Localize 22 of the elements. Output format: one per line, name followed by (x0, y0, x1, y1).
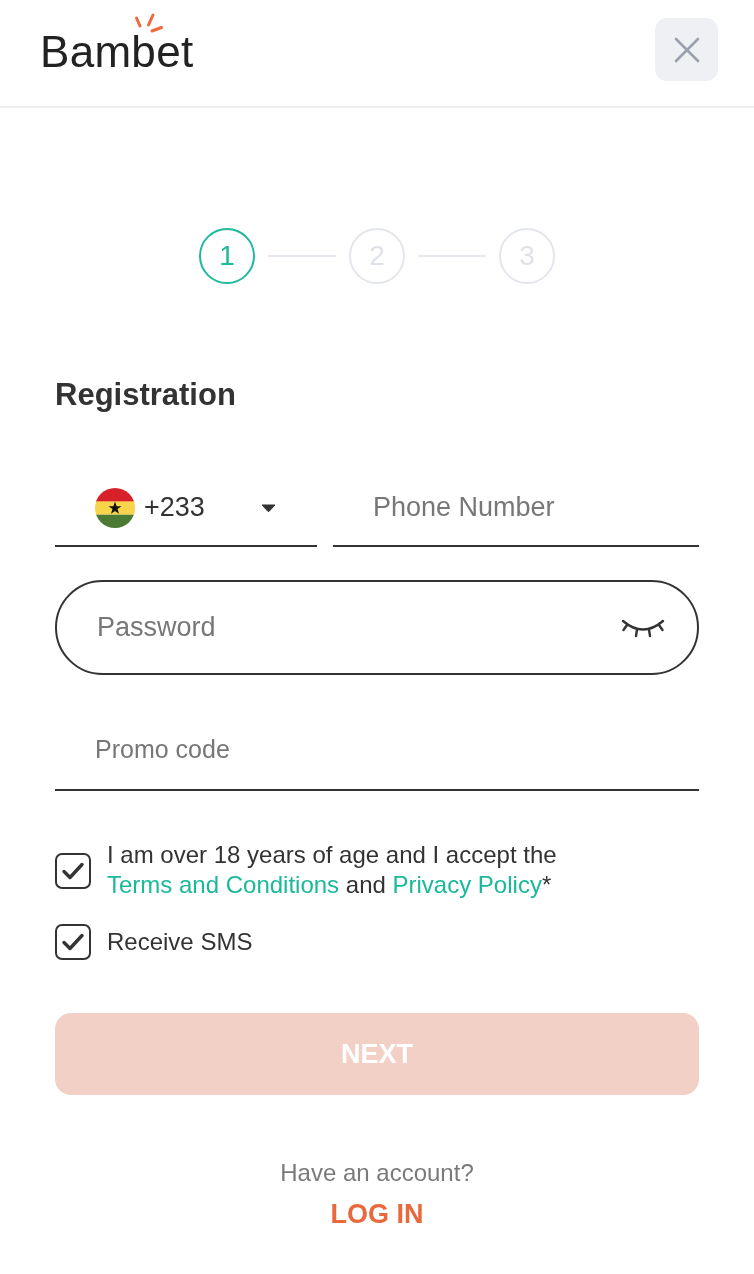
promo-code-field[interactable]: Promo code (55, 710, 699, 791)
password-field[interactable]: Password (55, 580, 699, 675)
caret-icon (261, 503, 276, 512)
checkbox-label: Receive SMS (107, 927, 253, 957)
brand-logo: Bambet (40, 34, 194, 70)
checkmark-icon (61, 932, 85, 952)
close-icon (673, 36, 700, 63)
account-prompt: Have an account? (280, 1158, 474, 1187)
checkbox[interactable] (55, 924, 91, 960)
flag-icon (95, 487, 135, 528)
close-button[interactable] (655, 18, 718, 81)
phone-number-field[interactable]: Phone Number (333, 470, 699, 547)
checkbox[interactable] (55, 853, 91, 889)
country-code-select[interactable]: +233 (55, 470, 317, 547)
login-link[interactable]: LOG IN (330, 1198, 424, 1230)
registration-heading: Registration (55, 376, 236, 413)
logo-sparks-icon (134, 13, 164, 33)
checkbox-label: I am over 18 years of age and I accept the Terms and Conditions and Privacy Policy* (107, 840, 558, 900)
checkmark-icon (61, 861, 85, 881)
policy-link[interactable]: Privacy Policy (392, 871, 542, 898)
policy-link[interactable]: Terms and Conditions (107, 871, 340, 898)
step-indicator: 1 (199, 228, 255, 284)
